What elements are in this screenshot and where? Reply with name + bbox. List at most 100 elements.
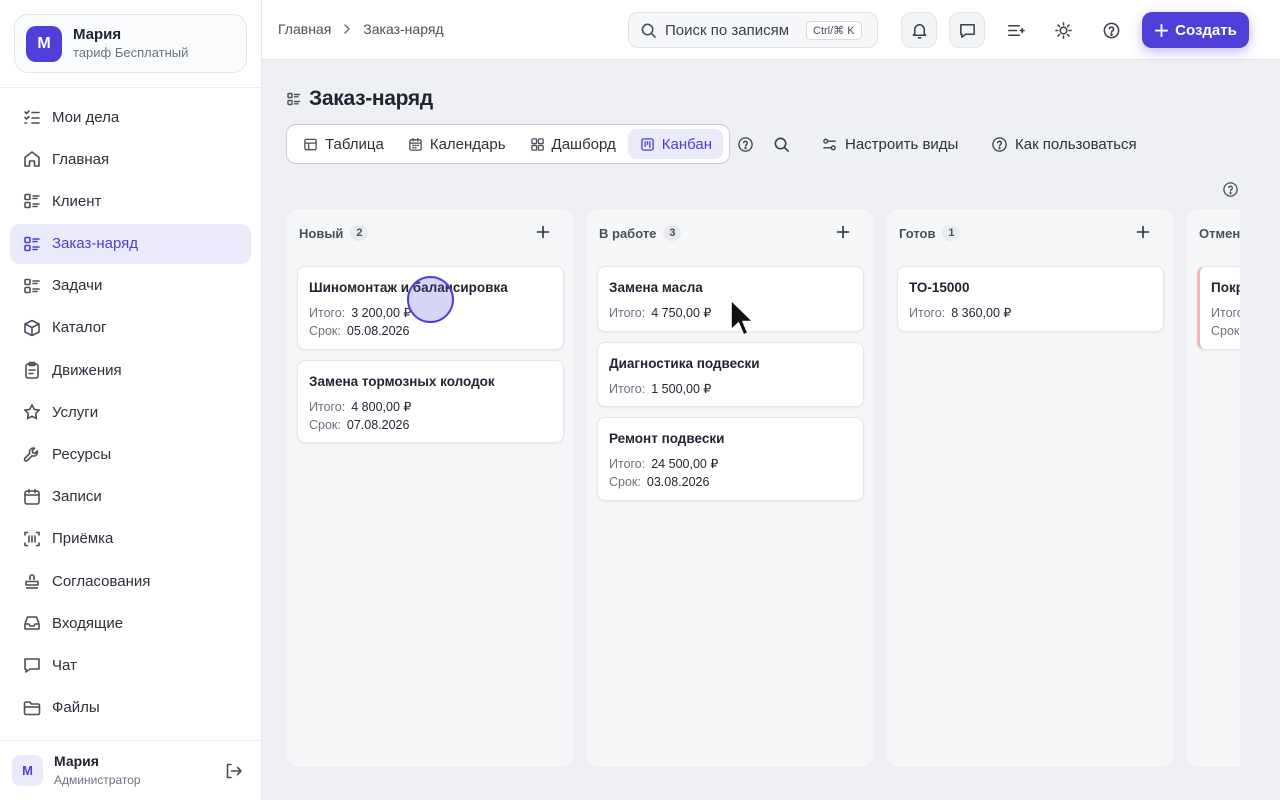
help-button[interactable] (1093, 12, 1129, 48)
chevron-right-icon (340, 22, 354, 36)
help-circle-icon (1102, 21, 1121, 40)
help-circle-icon (737, 136, 754, 153)
sidebar-item-home[interactable]: Главная (10, 139, 251, 179)
sidebar-item-label: Приёмка (52, 530, 114, 548)
breadcrumb-home[interactable]: Главная (278, 21, 331, 37)
card-total-label: Итого: (609, 457, 646, 471)
logout-icon[interactable] (223, 761, 243, 781)
sidebar-item-catalog[interactable]: Каталог (10, 308, 251, 348)
kanban-card[interactable]: Диагностика подвески Итого: 1 500,00 ₽ (597, 342, 864, 407)
sidebar-item-label: Услуги (52, 403, 99, 421)
column-count-badge: 2 (350, 225, 369, 241)
sidebar-nav: Мои дела Главная Клиент Заказ-наряд Зада… (10, 97, 251, 730)
tab-label: Календарь (429, 135, 506, 153)
tab-table[interactable]: Таблица (291, 129, 395, 159)
kanban-card[interactable]: Замена тормозных колодок Итого: 4 800,00 … (297, 360, 564, 443)
theme-toggle-button[interactable] (1045, 12, 1081, 48)
tab-dashboard[interactable]: Дашборд (518, 129, 627, 159)
search-icon (773, 136, 790, 153)
tab-calendar[interactable]: Календарь (396, 129, 517, 159)
card-total-value: 4 800,00 ₽ (351, 400, 412, 414)
kanban-card[interactable]: Шиномонтаж и балансировка Итого: 3 200,00… (297, 266, 564, 350)
sidebar-item-chat[interactable]: Чат (10, 645, 251, 685)
column-count-badge: 1 (942, 225, 961, 241)
card-title: ТО-15000 (909, 280, 970, 295)
help-circle-icon[interactable] (1222, 181, 1239, 198)
kanban-card[interactable]: Ремонт подвески Итого: 24 500,00 ₽ Срок: 0… (597, 417, 864, 501)
how-to-use-button[interactable]: Как пользоваться (991, 134, 1137, 154)
sidebar-item-label: Движения (52, 361, 122, 379)
stamp-icon (22, 571, 42, 591)
sidebar-item-approvals[interactable]: Согласования (10, 561, 251, 601)
sliders-icon (821, 136, 838, 153)
card-title: Диагностика подвески (609, 356, 760, 371)
board-search-button[interactable] (773, 134, 790, 154)
how-to-use-label: Как пользоваться (1015, 135, 1137, 153)
avatar[interactable]: М (12, 755, 43, 786)
sidebar-item-my-tasks[interactable]: Мои дела (10, 97, 251, 137)
card-total-value: 8 360,00 ₽ (951, 306, 1012, 320)
column-title: В работе (599, 225, 657, 241)
sidebar-item-label: Мои дела (52, 108, 120, 126)
kanban-card[interactable]: Замена масла Итого: 4 750,00 ₽ (597, 266, 864, 332)
sidebar-item-label: Согласования (52, 572, 151, 590)
column-header: В работе 3 (599, 224, 682, 242)
add-card-button[interactable] (835, 224, 851, 240)
kanban-column-new: Новый 2 Шиномонтаж и балансировка Итого:… (287, 209, 573, 767)
sidebar-item-files[interactable]: Файлы (10, 688, 251, 728)
tab-label: Таблица (325, 135, 384, 153)
list-icon (22, 276, 42, 296)
search-icon (640, 22, 657, 39)
sidebar-item-client[interactable]: Клиент (10, 181, 251, 221)
kanban-card[interactable]: ТО-15000 Итого: 8 360,00 ₽ (897, 266, 1164, 332)
home-icon (22, 149, 42, 169)
calendar-icon (408, 137, 423, 152)
sidebar-item-intake[interactable]: Приёмка (10, 519, 251, 559)
sidebar-item-movements[interactable]: Движения (10, 350, 251, 390)
kanban-column-in-progress: В работе 3 Замена масла Итого: 4 750,00 ₽… (587, 209, 873, 767)
search-input[interactable] (665, 21, 795, 39)
box-icon (22, 318, 42, 338)
sidebar-item-services[interactable]: Услуги (10, 392, 251, 432)
configure-views-label: Настроить виды (845, 135, 959, 153)
sidebar-item-records[interactable]: Записи (10, 477, 251, 517)
configure-views-button[interactable]: Настроить виды (821, 134, 958, 154)
inbox-icon (22, 613, 42, 633)
star-icon (22, 402, 42, 422)
card-total-label: Итого: (609, 306, 646, 320)
breadcrumb-current: Заказ-наряд (363, 21, 444, 37)
org-plan: тариф Бесплатный (73, 45, 189, 60)
help-circle-icon (991, 136, 1008, 153)
sidebar-item-resources[interactable]: Ресурсы (10, 435, 251, 475)
views-help-button[interactable] (737, 134, 754, 154)
create-button-label: Создать (1175, 21, 1237, 39)
breadcrumb: Главная Заказ-наряд (278, 21, 444, 37)
messages-button[interactable] (949, 12, 985, 48)
add-to-list-button[interactable] (997, 12, 1033, 48)
card-total-label: Итого: (909, 306, 946, 320)
checklist-icon (22, 107, 42, 127)
list-icon (22, 234, 42, 254)
card-due-label: Срок: (309, 324, 341, 338)
sidebar-item-label: Заказ-наряд (52, 235, 139, 253)
card-total-value: 1 500,00 ₽ (651, 382, 712, 396)
column-title: Готов (899, 225, 936, 241)
sidebar-item-inbox[interactable]: Входящие (10, 603, 251, 643)
add-card-button[interactable] (535, 224, 551, 240)
create-button[interactable]: Создать (1142, 12, 1249, 48)
barcode-scan-icon (22, 529, 42, 549)
card-total-label: Итого (1211, 306, 1240, 320)
card-due-value: 05.08.2026 (346, 324, 410, 338)
add-card-button[interactable] (1135, 224, 1151, 240)
workspace-switcher[interactable]: М Мария тариф Бесплатный (14, 14, 247, 73)
card-due-value: 07.08.2026 (346, 418, 410, 432)
sidebar-item-work-order[interactable]: Заказ-наряд (10, 223, 251, 264)
sidebar-item-tasks[interactable]: Задачи (10, 266, 251, 306)
card-title: Ремонт подвески (609, 431, 725, 446)
sun-icon (1054, 21, 1073, 40)
column-header: Готов 1 (899, 224, 961, 242)
notifications-button[interactable] (901, 12, 937, 48)
kanban-card[interactable]: Покр Итого Срок: (1197, 266, 1240, 350)
page-title-text: Заказ-наряд (309, 87, 433, 110)
tab-kanban[interactable]: Канбан (627, 129, 724, 159)
